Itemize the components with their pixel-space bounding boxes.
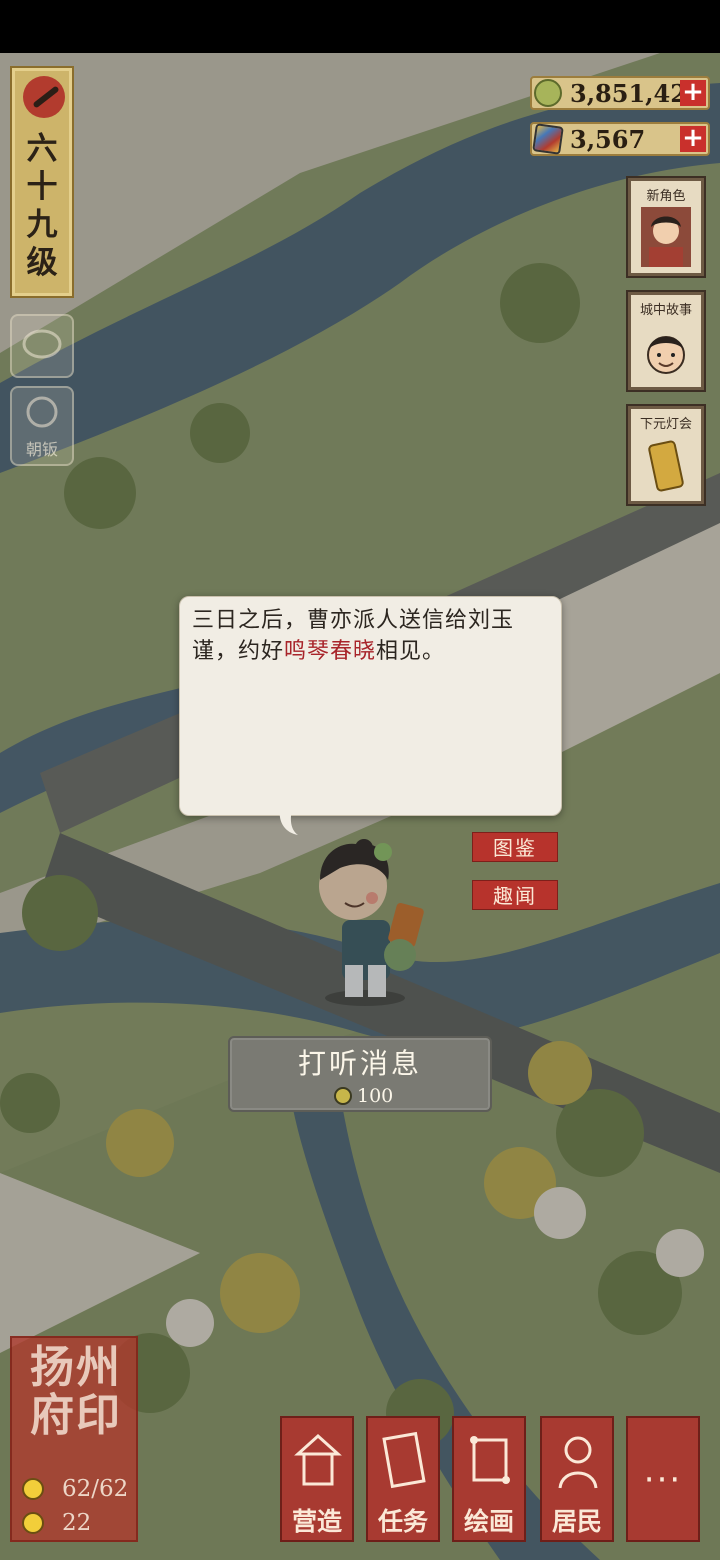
painting-scroll-icon	[470, 1436, 510, 1484]
status-bar	[0, 0, 720, 53]
resource-icon	[22, 1512, 44, 1534]
add-coins-button[interactable]: +	[680, 79, 706, 106]
population-value: 62/62	[62, 1476, 129, 1502]
task-menu-button[interactable]: 任务	[366, 1416, 440, 1542]
level-label: 六十九级	[26, 131, 58, 281]
prefecture-seal-panel[interactable]: 扬州府印 62/62 22	[10, 1336, 138, 1542]
inquire-cost-value: 100	[357, 1085, 394, 1107]
brush-emblem-icon	[23, 76, 65, 118]
gem-icon	[532, 123, 564, 155]
chat-button[interactable]	[10, 314, 74, 378]
gem-counter: 3,567 +	[530, 122, 710, 156]
quwen-button[interactable]: 趣闻	[472, 880, 558, 910]
residents-menu-button[interactable]: 居民	[540, 1416, 614, 1542]
new-character-card[interactable]: 新角色	[628, 178, 704, 276]
dialog-tail	[279, 809, 298, 835]
residents-label: 居民	[551, 1507, 602, 1536]
gem-value: 3,567	[570, 125, 646, 154]
task-label: 任务	[377, 1507, 428, 1536]
add-gems-button[interactable]: +	[680, 125, 706, 152]
court-label: 朝钣	[25, 440, 58, 459]
chat-bubble-icon	[22, 329, 62, 359]
build-label: 营造	[291, 1507, 342, 1536]
resource-value: 22	[62, 1510, 92, 1536]
population-icon	[22, 1478, 44, 1500]
dialog-text: 三日之后，曹亦派人送信给刘玉谨，约好鸣琴春晓相见。	[192, 605, 547, 667]
court-button[interactable]: 朝钣	[10, 386, 74, 466]
town-story-face-icon	[647, 336, 685, 374]
inquire-news-button[interactable]: 打听消息 100	[228, 1036, 492, 1112]
lantern-festival-label: 下元灯会	[639, 417, 692, 432]
coin-icon	[334, 1087, 352, 1105]
task-book-icon	[382, 1431, 426, 1489]
build-icon	[294, 1433, 342, 1486]
new-character-label: 新角色	[646, 189, 686, 204]
seal-title: 扬州府印	[30, 1342, 122, 1441]
dialog-highlight-place: 鸣琴春晓	[284, 639, 377, 664]
coin-counter: 3,851,420 +	[530, 76, 710, 110]
town-story-label: 城中故事	[639, 303, 692, 318]
more-menu-button[interactable]: ···	[626, 1416, 700, 1542]
tujian-button[interactable]: 图鉴	[472, 832, 558, 862]
new-character-portrait-icon	[641, 207, 691, 267]
story-dialog[interactable]: 三日之后，曹亦派人送信给刘玉谨，约好鸣琴春晓相见。	[179, 596, 562, 835]
lantern-festival-card[interactable]: 下元灯会	[628, 406, 704, 504]
build-menu-button[interactable]: 营造	[280, 1416, 354, 1542]
player-level-banner[interactable]: 六十九级	[10, 66, 74, 298]
dialog-text-after: 相见。	[376, 639, 446, 664]
painting-label: 绘画	[463, 1507, 514, 1536]
court-icon	[26, 396, 58, 428]
lantern-festival-scroll-icon	[648, 440, 684, 492]
coin-icon	[534, 79, 562, 107]
more-icon: ···	[643, 1460, 683, 1500]
inquire-news-label: 打听消息	[297, 1047, 422, 1080]
painting-menu-button[interactable]: 绘画	[452, 1416, 526, 1542]
resident-icon	[558, 1436, 598, 1489]
town-story-card[interactable]: 城中故事	[628, 292, 704, 390]
